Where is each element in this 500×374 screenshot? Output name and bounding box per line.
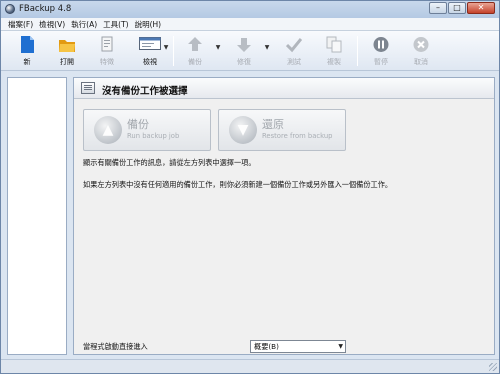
minimize-icon: – [436, 3, 440, 12]
startup-view-select[interactable]: 概要(B) ▼ [250, 340, 346, 353]
toolbar: 新 打開 特徵 檢視 ▼ 備份 ▼ 修復 ▼ 測試 複製 暫停 取消 [1, 31, 499, 71]
properties-button[interactable]: 特徵 [90, 33, 124, 69]
test-label: 測試 [287, 58, 301, 66]
job-list-icon [81, 82, 95, 94]
menu-help[interactable]: 說明(H) [132, 18, 165, 31]
close-icon: ✕ [477, 3, 485, 12]
info-text-create: 如果左方列表中沒有任何適用的備份工作，則你必須新建一個備份工作或另外匯入一個備份… [83, 180, 393, 189]
menu-view[interactable]: 檢視(V) [36, 18, 68, 31]
backup-up-arrow-icon: ▲ [94, 116, 122, 144]
toolbar-separator [173, 36, 174, 66]
cancel-button[interactable]: 取消 [404, 33, 438, 69]
backup-jobs-list[interactable] [7, 77, 67, 355]
cancel-label: 取消 [414, 58, 428, 66]
pause-label: 暫停 [374, 58, 388, 66]
backup-button-subtitle: Run backup job [127, 132, 180, 140]
toolbar-separator [357, 36, 358, 66]
restore-dropdown-arrow-icon[interactable]: ▼ [263, 43, 271, 53]
open-label: 打開 [60, 58, 74, 66]
maximize-button[interactable]: □ [448, 2, 466, 14]
status-bar [1, 359, 499, 373]
copy-icon [326, 36, 342, 53]
new-button[interactable]: 新 [10, 33, 44, 69]
startup-view-label: 當程式啟動直接進入 [83, 342, 148, 351]
test-button[interactable]: 測試 [277, 33, 311, 69]
maximize-icon: □ [453, 3, 461, 12]
job-detail-panel: 沒有備份工作被選擇 ▲ 備份 Run backup job ▼ 還原 Resto… [73, 77, 495, 355]
backup-arrow-icon [188, 37, 202, 51]
new-label: 新 [23, 58, 31, 66]
view-icon [139, 37, 161, 50]
window-title: FBackup 4.8 [19, 4, 72, 14]
open-button[interactable]: 打開 [50, 33, 84, 69]
restore-toolbar-label: 修復 [237, 58, 251, 66]
restore-button[interactable]: ▼ 還原 Restore from backup [218, 109, 346, 151]
restore-toolbar-button[interactable]: 修復 [227, 33, 261, 69]
minimize-button[interactable]: – [429, 2, 447, 14]
startup-view-value: 概要(B) [254, 342, 279, 351]
resize-grip-icon[interactable] [489, 363, 497, 371]
test-check-icon [286, 38, 302, 53]
backup-dropdown-arrow-icon[interactable]: ▼ [214, 43, 222, 53]
folder-icon [59, 40, 75, 52]
restore-button-subtitle: Restore from backup [262, 132, 333, 140]
panel-header: 沒有備份工作被選擇 [74, 78, 494, 99]
view-dropdown-arrow-icon[interactable]: ▼ [162, 43, 170, 53]
pause-icon [373, 37, 389, 52]
close-button[interactable]: ✕ [467, 2, 495, 14]
copy-label: 複製 [327, 58, 341, 66]
app-icon [5, 4, 15, 14]
menu-bar: 檔案(F) 檢視(V) 執行(A) 工具(T) 說明(H) [1, 18, 499, 31]
menu-file[interactable]: 檔案(F) [5, 18, 36, 31]
panel-title: 沒有備份工作被選擇 [102, 86, 188, 97]
chevron-down-icon: ▼ [338, 343, 343, 350]
restore-down-arrow-icon: ▼ [229, 116, 257, 144]
restore-arrow-icon [237, 38, 251, 52]
app-window: FBackup 4.8 – □ ✕ 檔案(F) 檢視(V) 執行(A) 工具(T… [0, 0, 500, 374]
menu-action[interactable]: 執行(A) [68, 18, 100, 31]
backup-button-title: 備份 [127, 118, 149, 131]
copy-button[interactable]: 複製 [317, 33, 351, 69]
backup-toolbar-label: 備份 [188, 58, 202, 66]
window-controls: – □ ✕ [429, 2, 495, 14]
menu-tools[interactable]: 工具(T) [100, 18, 131, 31]
properties-icon [101, 36, 113, 52]
info-text-select: 顯示有關備份工作的訊息，請從左方列表中選擇一項。 [83, 158, 256, 167]
run-backup-button[interactable]: ▲ 備份 Run backup job [83, 109, 211, 151]
properties-label: 特徵 [100, 58, 114, 66]
restore-button-title: 還原 [262, 118, 284, 131]
backup-toolbar-button[interactable]: 備份 [178, 33, 212, 69]
new-doc-icon [21, 36, 34, 53]
cancel-icon [413, 37, 429, 52]
view-label: 檢視 [143, 58, 157, 66]
pause-button[interactable]: 暫停 [364, 33, 398, 69]
title-bar[interactable]: FBackup 4.8 – □ ✕ [1, 1, 499, 18]
